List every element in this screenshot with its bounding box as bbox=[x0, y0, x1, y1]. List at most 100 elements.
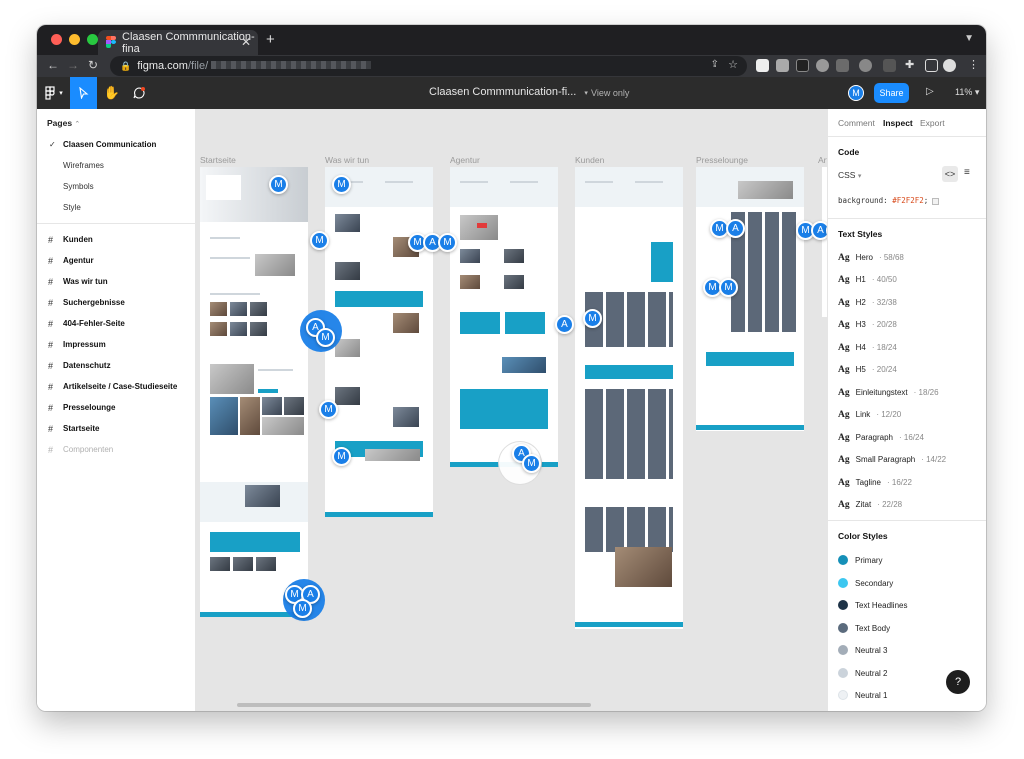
text-style-item[interactable]: Ag Hero · 58/68 bbox=[838, 253, 904, 263]
color-style-item[interactable]: Text Body bbox=[838, 623, 890, 633]
user-avatar[interactable]: M bbox=[848, 85, 864, 101]
page-item[interactable]: Startseite bbox=[63, 424, 99, 433]
text-style-item[interactable]: Ag Einleitungstext · 18/26 bbox=[838, 388, 939, 398]
page-item[interactable]: Componenten bbox=[63, 445, 113, 454]
extensions-puzzle-icon[interactable]: ✚ bbox=[905, 59, 918, 72]
collaborator-cursor: M bbox=[522, 454, 541, 473]
color-style-item[interactable]: Neutral 2 bbox=[838, 668, 887, 678]
url-bar[interactable]: 🔒 figma.com/file/ ⇪ ☆ bbox=[110, 56, 747, 76]
page-item[interactable]: Kunden bbox=[63, 235, 93, 244]
share-button[interactable]: Share bbox=[874, 83, 909, 103]
frame-label[interactable]: Was wir tun bbox=[325, 155, 369, 165]
photo bbox=[460, 249, 480, 263]
frame-agentur[interactable] bbox=[450, 167, 558, 467]
collaborator-cursor: M bbox=[310, 231, 329, 250]
design-canvas[interactable]: Startseite Was wir tun Agentur Kunden Pr… bbox=[196, 109, 827, 711]
color-style-item[interactable]: Primary bbox=[838, 555, 883, 565]
text-style-item[interactable]: Ag H5 · 20/24 bbox=[838, 365, 897, 375]
page-item[interactable]: Presselounge bbox=[63, 403, 115, 412]
document-title[interactable]: Claasen Commmunication-fi... ▾ bbox=[429, 86, 588, 98]
profile-avatar-icon[interactable] bbox=[943, 59, 956, 72]
text-style-item[interactable]: Ag Link · 12/20 bbox=[838, 410, 901, 420]
frame-label[interactable]: Startseite bbox=[200, 155, 236, 165]
reload-icon[interactable]: ↻ bbox=[88, 58, 98, 72]
text-style-item[interactable]: Ag H2 · 32/38 bbox=[838, 298, 897, 308]
forward-icon[interactable]: → bbox=[67, 58, 79, 72]
text-style-item[interactable]: Ag Small Paragraph · 14/22 bbox=[838, 455, 946, 465]
page-item[interactable]: Artikelseite / Case-Studieseite bbox=[63, 382, 177, 391]
extension-icon[interactable] bbox=[756, 59, 769, 72]
text-style-item[interactable]: Ag H3 · 20/28 bbox=[838, 320, 897, 330]
maximize-window-button[interactable] bbox=[87, 34, 98, 45]
frame-label[interactable]: Presselounge bbox=[696, 155, 748, 165]
figma-main-menu-icon[interactable]: ▾ bbox=[37, 77, 69, 109]
frame-label[interactable]: Agentur bbox=[450, 155, 480, 165]
close-window-button[interactable] bbox=[51, 34, 62, 45]
collaborator-cursor: A bbox=[555, 315, 574, 334]
page-item[interactable]: Datenschutz bbox=[63, 361, 111, 370]
frame-label[interactable]: Kunden bbox=[575, 155, 604, 165]
frame-startseite[interactable] bbox=[200, 167, 308, 617]
extension-icon[interactable] bbox=[883, 59, 896, 72]
comment-tool-icon[interactable] bbox=[126, 77, 152, 109]
minimize-window-button[interactable] bbox=[69, 34, 80, 45]
frame-kunden[interactable] bbox=[575, 167, 683, 629]
code-language-select[interactable]: CSS ▾ bbox=[838, 170, 861, 180]
bookmark-star-icon[interactable]: ☆ bbox=[728, 58, 738, 71]
zoom-level[interactable]: 11% ▾ bbox=[955, 87, 979, 98]
page-item[interactable]: Symbols bbox=[63, 182, 94, 191]
page-item[interactable]: Suchergebnisse bbox=[63, 298, 125, 307]
code-view-icon[interactable]: <> bbox=[942, 166, 958, 182]
text-style-item[interactable]: Ag Tagline · 16/22 bbox=[838, 478, 912, 488]
browser-tab[interactable]: Claasen Commmunication-fina ✕ bbox=[98, 30, 258, 55]
text-line bbox=[210, 293, 260, 295]
color-style-item[interactable]: Neutral 1 bbox=[838, 690, 887, 700]
tab-inspect[interactable]: Inspect bbox=[883, 118, 913, 128]
text-style-icon: Ag bbox=[838, 320, 850, 330]
share-page-icon[interactable]: ⇪ bbox=[711, 59, 719, 70]
text-style-item[interactable]: Ag H1 · 40/50 bbox=[838, 275, 897, 285]
present-play-icon[interactable]: ▷ bbox=[926, 86, 934, 97]
sidebar-toggle-icon[interactable] bbox=[925, 59, 938, 72]
text-style-item[interactable]: Ag H4 · 18/24 bbox=[838, 343, 897, 353]
color-style-item[interactable]: Neutral 3 bbox=[838, 645, 887, 655]
extension-icon[interactable] bbox=[859, 59, 872, 72]
tab-search-chevron-icon[interactable]: ▼ bbox=[964, 33, 974, 44]
tab-comment[interactable]: Comment bbox=[838, 118, 875, 128]
page-item[interactable]: Impressum bbox=[63, 340, 106, 349]
color-style-item[interactable]: Secondary bbox=[838, 578, 893, 588]
pages-header[interactable]: Pages ⌃ bbox=[47, 118, 80, 128]
address-toolbar: ← → ↻ 🔒 figma.com/file/ ⇪ ☆ ✚ ⋮ bbox=[37, 55, 986, 77]
extension-icon[interactable] bbox=[836, 59, 849, 72]
text-style-icon: Ag bbox=[838, 388, 850, 398]
frame-label[interactable]: Art bbox=[818, 155, 827, 165]
page-item[interactable]: Agentur bbox=[63, 256, 94, 265]
tab-close-icon[interactable]: ✕ bbox=[241, 35, 251, 49]
extension-icon[interactable] bbox=[776, 59, 789, 72]
code-snippet[interactable]: background: #F2F2F2; bbox=[838, 196, 940, 205]
page-item[interactable]: Wireframes bbox=[63, 161, 104, 170]
help-button[interactable]: ? bbox=[946, 670, 970, 694]
photo bbox=[393, 407, 419, 427]
back-icon[interactable]: ← bbox=[47, 58, 59, 72]
page-item[interactable]: 404-Fehler-Seite bbox=[63, 319, 125, 328]
tab-export[interactable]: Export bbox=[920, 118, 945, 128]
color-style-item[interactable]: Text Headlines bbox=[838, 600, 907, 610]
photo bbox=[210, 364, 254, 394]
list-view-icon[interactable]: ≡ bbox=[964, 167, 970, 178]
hand-tool-icon[interactable]: ✋ bbox=[99, 77, 125, 109]
figma-toolbar: ▾ ✋ Claasen Commmunication-fi... ▾ View … bbox=[37, 77, 986, 109]
frame-presselounge[interactable] bbox=[696, 167, 804, 431]
browser-menu-icon[interactable]: ⋮ bbox=[968, 58, 979, 71]
text-style-item[interactable]: Ag Paragraph · 16/24 bbox=[838, 433, 924, 443]
extension-icon[interactable] bbox=[816, 59, 829, 72]
page-item[interactable]: Was wir tun bbox=[63, 277, 108, 286]
extension-icon[interactable] bbox=[796, 59, 809, 72]
horizontal-scrollbar[interactable] bbox=[237, 703, 591, 707]
photo bbox=[393, 313, 419, 333]
page-item[interactable]: Claasen Communication bbox=[63, 140, 156, 149]
page-item[interactable]: Style bbox=[63, 203, 81, 212]
move-tool-icon[interactable] bbox=[70, 77, 97, 109]
text-style-item[interactable]: Ag Zitat · 22/28 bbox=[838, 500, 902, 510]
new-tab-button[interactable]: + bbox=[266, 31, 275, 48]
